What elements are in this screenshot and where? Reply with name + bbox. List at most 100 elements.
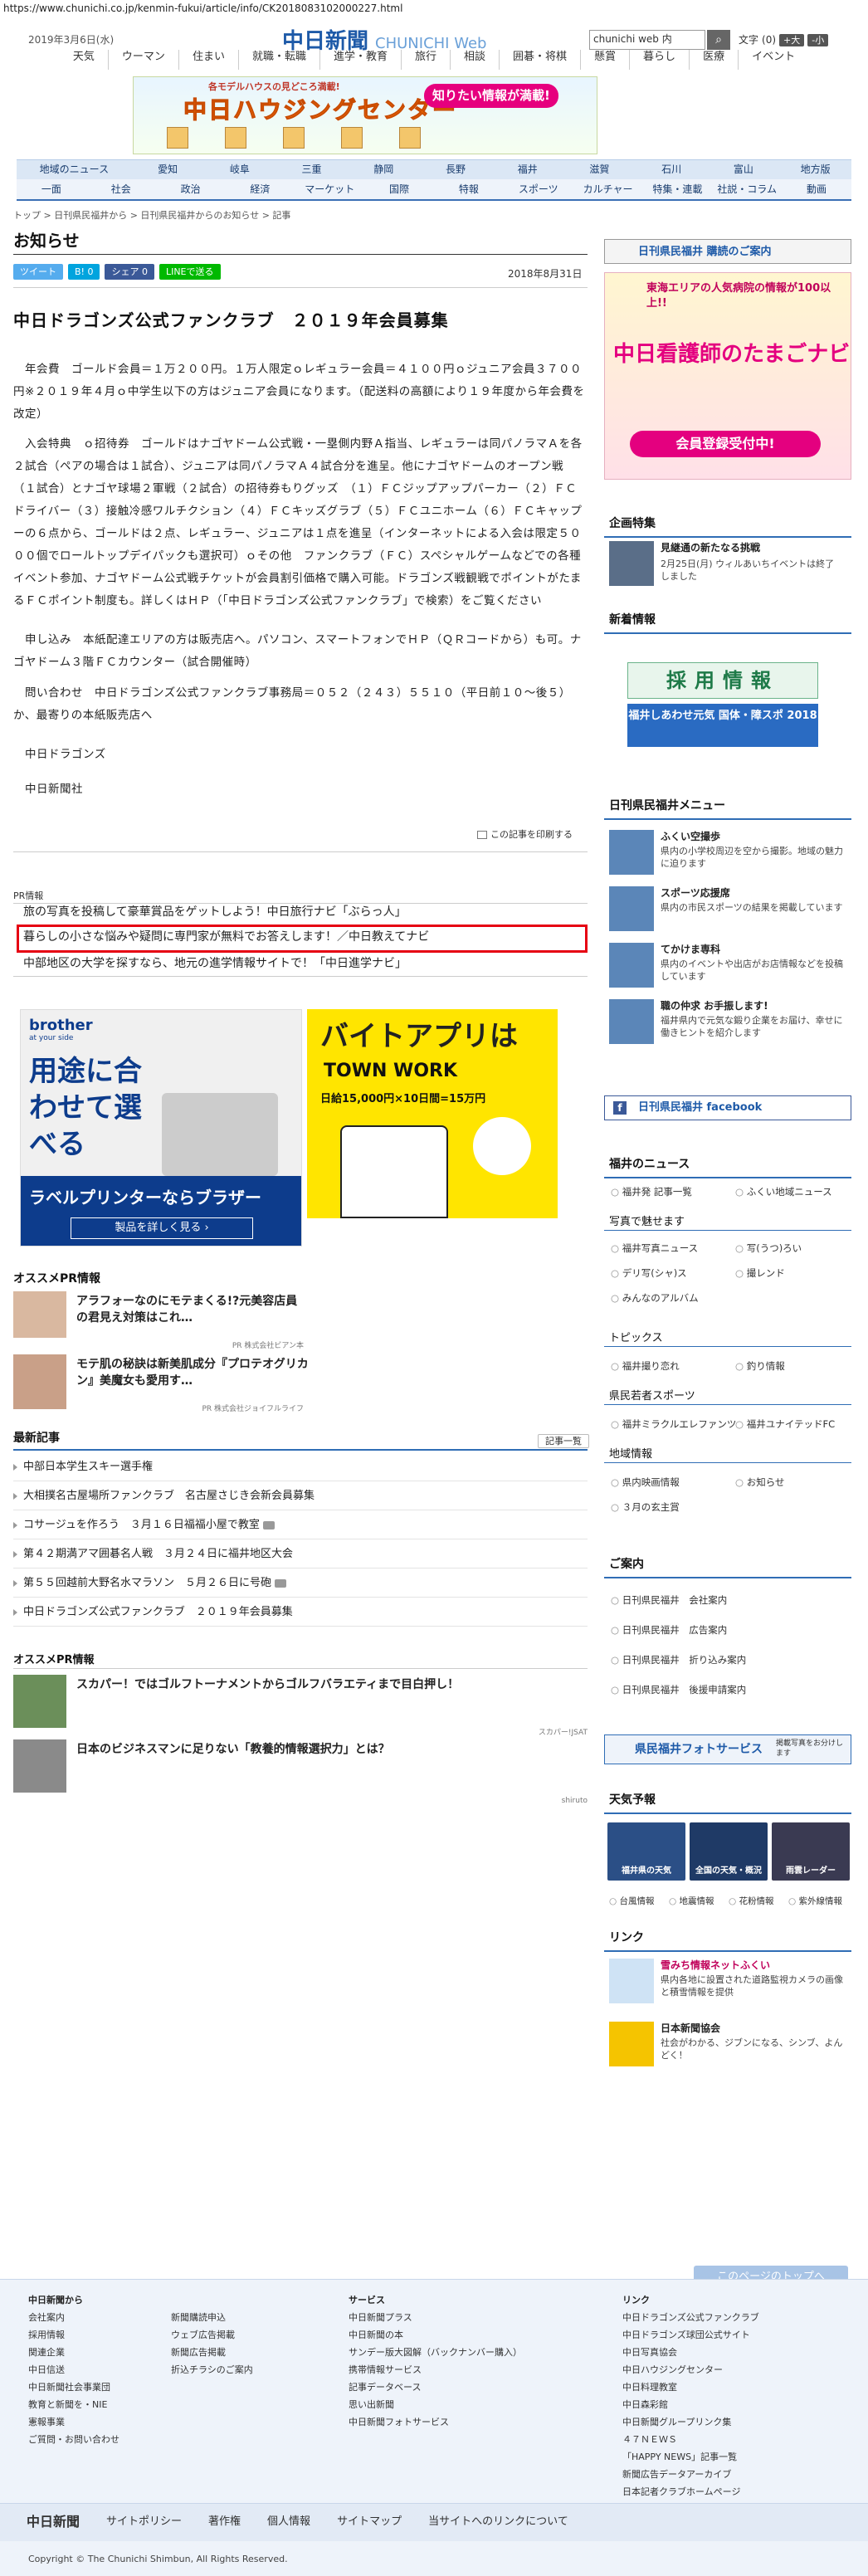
footer-link[interactable]: 中日ドラゴンズ公式ファンクラブ <box>622 2309 759 2326</box>
global-nav-item[interactable]: イベント <box>738 50 808 70</box>
footer-link[interactable]: 中日新聞グループリンク集 <box>622 2413 759 2431</box>
footer-link[interactable]: 会社案内 <box>28 2309 119 2326</box>
font-smaller-button[interactable]: -小 <box>807 33 829 47</box>
facebook-share-button[interactable]: シェア 0 <box>105 264 154 281</box>
news-row[interactable]: 第５５回越前大野名水マラソン ５月２６日に号砲 <box>13 1569 588 1598</box>
sidebar-list-item[interactable]: 撮レンド <box>735 1266 785 1280</box>
category-nav-item[interactable]: 一面 <box>17 183 86 197</box>
font-bigger-button[interactable]: +大 <box>779 33 805 47</box>
weather-link[interactable]: 花粉情報 <box>729 1895 774 1908</box>
pr-link[interactable]: 旅の写真を投稿して豪華賞品をゲットしよう！中日旅行ナビ「ぶらっ人」 <box>23 905 407 921</box>
category-nav-item[interactable]: 社説・コラム <box>712 183 782 197</box>
footer-link[interactable]: 中日新聞の本 <box>349 2326 522 2344</box>
category-nav-item[interactable]: 特集・連載 <box>642 183 712 197</box>
menu-item[interactable]: てかけま専科 県内のイベントや出店がお店情報などを投稿しています <box>604 943 851 994</box>
saiyo-banner[interactable]: 採用情報 <box>627 662 818 699</box>
region-nav-item[interactable]: 富山 <box>708 163 780 177</box>
footer-link[interactable]: 教育と新聞を・NIE <box>28 2396 119 2413</box>
footer-bottom-link[interactable]: 当サイトへのリンクについて <box>428 2515 568 2530</box>
guide-link[interactable]: 日刊県民福井 広告案内 <box>611 1623 728 1637</box>
sidebar-list-item[interactable]: 福井発 記事一覧 <box>611 1185 692 1198</box>
print-link[interactable]: この記事を印刷する <box>477 828 573 841</box>
weather-tile[interactable]: 福井県の天気 <box>607 1822 685 1881</box>
townwork-ad[interactable]: バイトアプリは TOWN WORK 日給15,000円×10日間=15万円 <box>307 1009 558 1218</box>
global-nav-item[interactable]: 進学・教育 <box>319 50 401 70</box>
font-size-reset[interactable]: (0) <box>762 33 776 47</box>
footer-link[interactable]: 新聞購読申込 <box>171 2309 253 2326</box>
region-nav-item[interactable]: 福井 <box>491 163 563 177</box>
line-button[interactable]: LINEで送る <box>158 264 221 281</box>
category-nav-item[interactable]: 特報 <box>434 183 504 197</box>
weather-tile[interactable]: 全国の天気・概況 <box>690 1822 768 1881</box>
region-nav-item[interactable]: 長野 <box>420 163 492 177</box>
menu-item[interactable]: 職の仲求 お手振します! 福井県内で元気な鍛り企業をお届け、幸せに働きヒントを紹介… <box>604 999 851 1051</box>
sidebar-link-item[interactable]: 雪みち情報ネットふくい 県内各地に設置された道路監視カメラの画像と積雪情報を提供 <box>604 1959 851 2013</box>
sidebar-link-item[interactable]: 日本新聞協会 社会がわかる、ジブンになる、シンブ、よんどく！ <box>604 2022 851 2076</box>
pr-item[interactable]: 日本のビジネスマンに足りない「教養的情報選択力」とは？ shiruto <box>13 1739 588 1806</box>
search-button[interactable]: ⌕ <box>707 30 730 50</box>
global-nav-item[interactable]: 医療 <box>689 50 738 70</box>
category-nav-item[interactable]: スポーツ <box>504 183 573 197</box>
footer-bottom-link[interactable]: 著作権 <box>208 2515 241 2530</box>
global-nav-item[interactable]: 旅行 <box>400 50 450 70</box>
sidebar-list-item[interactable]: 県内映画情報 <box>611 1476 680 1489</box>
footer-link[interactable]: 憲報事業 <box>28 2413 119 2431</box>
global-nav-item[interactable]: 懸賞 <box>580 50 629 70</box>
tweet-button[interactable]: ツイート <box>13 264 63 281</box>
guide-link[interactable]: 日刊県民福井 会社案内 <box>611 1593 728 1607</box>
global-nav-item[interactable]: 暮らし <box>629 50 689 70</box>
region-nav-item[interactable]: 滋賀 <box>563 163 636 177</box>
kokutai-banner[interactable]: 福井しあわせ元気 国体・障スポ 2018 <box>627 704 818 747</box>
footer-link[interactable]: 中日信送 <box>28 2361 119 2378</box>
sidebar-list-item[interactable]: 福井撮り恋れ <box>611 1359 680 1373</box>
footer-link[interactable]: 中日森彩館 <box>622 2396 759 2413</box>
breadcrumb[interactable]: トップ > 日刊県民福井から > 日刊県民福井からのお知らせ > 記事 <box>13 209 290 222</box>
menu-item[interactable]: スポーツ応援席 県内の市民スポーツの結果を掲載しています <box>604 886 851 938</box>
region-nav-item[interactable]: 石川 <box>636 163 708 177</box>
housing-center-banner[interactable]: 各モデルハウスの見どころ満載! 中日ハウジングセンター 知りたい情報が満載! <box>133 76 597 154</box>
footer-link[interactable]: 中日新聞プラス <box>349 2309 522 2326</box>
sidebar-list-item[interactable]: お知らせ <box>735 1476 785 1489</box>
global-nav-item[interactable]: 就職・転職 <box>237 50 319 70</box>
sidebar-list-item[interactable]: 福井写真ニュース <box>611 1242 698 1255</box>
news-row[interactable]: 第４２期満アマ囲碁名人戦 ３月２４日に福井地区大会 <box>13 1539 588 1569</box>
menu-item[interactable]: ふくい空撮歩 県内の小学校周辺を空から撮影。地域の魅力に迫ります <box>604 830 851 881</box>
sidebar-list-item[interactable]: ３月の玄主賞 <box>611 1500 680 1514</box>
footer-bottom-link[interactable]: サイトマップ <box>337 2515 402 2530</box>
sidebar-list-item[interactable]: 福井ユナイテッドFC <box>735 1417 835 1431</box>
weather-link[interactable]: 紫外線情報 <box>788 1895 843 1908</box>
category-nav-item[interactable]: 政治 <box>156 183 226 197</box>
category-nav-item[interactable]: 国際 <box>364 183 434 197</box>
footer-bottom-link[interactable]: 個人情報 <box>267 2515 310 2530</box>
weather-link[interactable]: 台風情報 <box>609 1895 655 1908</box>
footer-link[interactable]: 折込チラシのご案内 <box>171 2361 253 2378</box>
sidebar-list-item[interactable]: 釣り情報 <box>735 1359 785 1373</box>
footer-link[interactable]: 携帯情報サービス <box>349 2361 522 2378</box>
guide-link[interactable]: 日刊県民福井 後援申請案内 <box>611 1683 747 1696</box>
news-row[interactable]: 中部日本学生スキー選手権 <box>13 1452 588 1481</box>
guide-link[interactable]: 日刊県民福井 折り込み案内 <box>611 1653 747 1666</box>
news-row[interactable]: 中日ドラゴンズ公式ファンクラブ ２０１９年会員募集 <box>13 1598 588 1627</box>
news-row[interactable]: コサージュを作ろう ３月１６日福福小屋で教室 <box>13 1510 588 1539</box>
footer-link[interactable]: 中日料理教室 <box>622 2378 759 2396</box>
sidebar-list-item[interactable]: 写(うつ)ろい <box>735 1242 802 1255</box>
footer-link[interactable]: 新聞広告掲載 <box>171 2344 253 2361</box>
footer-link[interactable]: 思い出新聞 <box>349 2396 522 2413</box>
footer-link[interactable]: ウェブ広告掲載 <box>171 2326 253 2344</box>
footer-link[interactable]: 中日ハウジングセンター <box>622 2361 759 2378</box>
pr-link[interactable]: 中部地区の大学を探すなら、地元の進学情報サイトで！「中日進学ナビ」 <box>23 956 407 973</box>
weather-tile[interactable]: 雨雲レーダー <box>772 1822 850 1881</box>
search-input[interactable]: chunichi web 内 <box>589 30 705 50</box>
footer-bottom-link[interactable]: サイトポリシー <box>106 2515 182 2530</box>
global-nav-item[interactable]: 住まい <box>178 50 238 70</box>
category-nav-item[interactable]: マーケット <box>295 183 364 197</box>
footer-logo[interactable]: 中日新聞 <box>27 2513 80 2531</box>
region-nav-item[interactable]: 地方版 <box>779 163 851 177</box>
photo-service-banner[interactable]: 県民福井フォトサービス 掲載写真をお分けします <box>604 1734 851 1764</box>
sidebar-list-item[interactable]: デリ写(シャ)ス <box>611 1266 687 1280</box>
latest-more-button[interactable]: 記事一覧 <box>538 1434 589 1449</box>
footer-link[interactable]: 中日写真協会 <box>622 2344 759 2361</box>
weather-link[interactable]: 地震情報 <box>669 1895 714 1908</box>
region-nav-item[interactable]: 三重 <box>276 163 348 177</box>
global-nav-item[interactable]: 囲碁・将棋 <box>499 50 580 70</box>
